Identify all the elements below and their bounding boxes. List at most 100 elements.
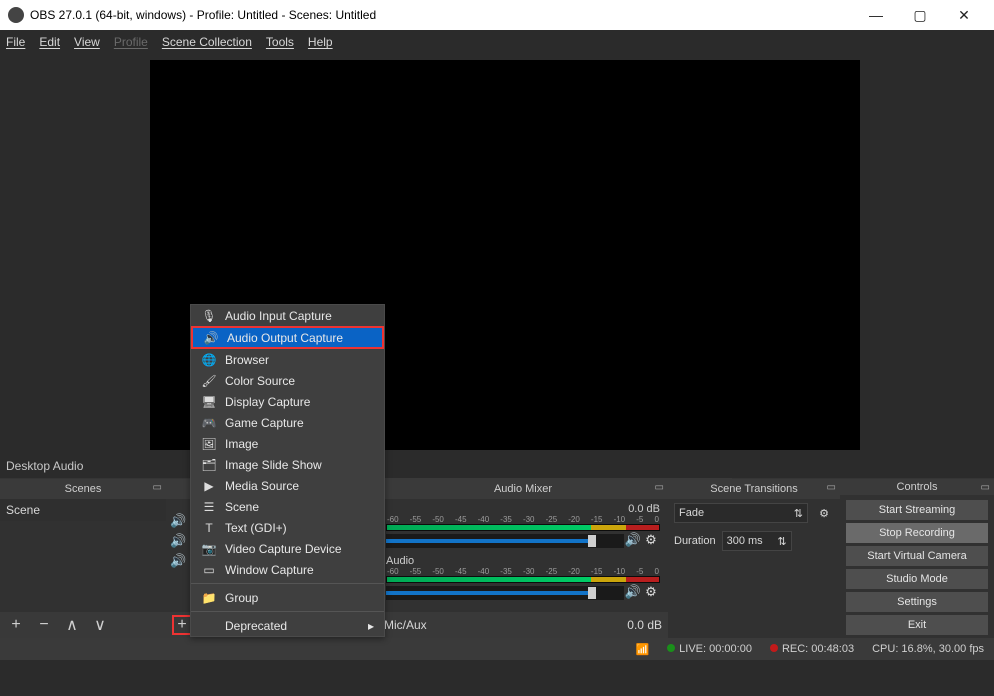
duration-input[interactable]: 300 ms ⇅ [722, 531, 792, 551]
text-icon: T [201, 521, 217, 535]
maximize-button[interactable]: ▢ [898, 0, 942, 30]
ctx-media-source[interactable]: ▶Media Source [191, 475, 384, 496]
separator [191, 583, 384, 584]
ctx-scene[interactable]: ☰Scene [191, 496, 384, 517]
ctx-browser[interactable]: 🌐Browser [191, 349, 384, 370]
scene-item[interactable]: Scene [0, 499, 166, 521]
menu-help[interactable]: Help [308, 35, 333, 49]
stop-recording-button[interactable]: Stop Recording [846, 523, 988, 543]
camera-icon: 📷 [201, 542, 217, 556]
add-source-button[interactable]: + [172, 615, 192, 635]
ctx-game-capture[interactable]: 🎮Game Capture [191, 412, 384, 433]
audio-mixer-panel: Audio Mixer ▭ 0.0 dB -60-55-50-45-40-35-… [378, 478, 668, 638]
monitor-icon: 🖥 [201, 395, 217, 409]
menu-file[interactable]: File [6, 35, 25, 49]
mixer-track: 0.0 dB -60-55-50-45-40-35-30-25-20-15-10… [386, 503, 660, 549]
globe-icon: 🌐 [201, 353, 217, 367]
micaux-label: Mic/Aux [384, 618, 427, 632]
mixer-track: Audio -60-55-50-45-40-35-30-25-20-15-10-… [386, 555, 660, 601]
ctx-text-gdi[interactable]: TText (GDI+) [191, 517, 384, 538]
minimize-button[interactable]: — [854, 0, 898, 30]
cpu-status: CPU: 16.8%, 30.00 fps [872, 643, 984, 655]
add-source-context-menu: 🎙Audio Input Capture 🔊Audio Output Captu… [190, 304, 385, 637]
window-icon: ▭ [201, 563, 217, 577]
meter-bar [386, 524, 660, 531]
db-value: 0.0 dB [628, 503, 660, 515]
ctx-video-capture-device[interactable]: 📷Video Capture Device [191, 538, 384, 559]
scene-down-button[interactable]: ∨ [90, 615, 110, 635]
speaker-icon[interactable]: 🔊 [170, 513, 186, 529]
slideshow-icon: 🗂 [201, 458, 217, 472]
ctx-deprecated[interactable]: Deprecated▸ [191, 615, 384, 636]
exit-button[interactable]: Exit [846, 615, 988, 635]
dock-icon[interactable]: ▭ [655, 482, 664, 493]
scene-up-button[interactable]: ∧ [62, 615, 82, 635]
ctx-audio-output-capture[interactable]: 🔊Audio Output Capture [191, 326, 384, 349]
desktop-audio-label: Desktop Audio [0, 454, 994, 478]
brush-icon: 🖌 [201, 374, 217, 388]
chevron-updown-icon: ⇅ [777, 535, 786, 548]
gear-icon[interactable]: ⚙ [642, 583, 660, 601]
live-dot-icon [667, 644, 675, 652]
scene-transitions-panel: Scene Transitions ▭ Fade ⇅ ⚙ Duration 30… [668, 478, 840, 638]
rec-time: REC: 00:48:03 [782, 643, 854, 655]
ctx-color-source[interactable]: 🖌Color Source [191, 370, 384, 391]
speaker-icon[interactable]: 🔊 [624, 531, 642, 549]
transitions-header[interactable]: Scene Transitions ▭ [668, 479, 840, 499]
gear-icon[interactable]: ⚙ [814, 503, 834, 523]
dock-icon[interactable]: ▭ [827, 482, 836, 493]
speaker-icon[interactable]: 🔊 [624, 583, 642, 601]
chevron-updown-icon: ⇅ [794, 507, 803, 520]
controls-header[interactable]: Controls ▭ [840, 479, 994, 495]
remove-scene-button[interactable]: − [34, 615, 54, 635]
ctx-image-slide-show[interactable]: 🗂Image Slide Show [191, 454, 384, 475]
start-virtual-camera-button[interactable]: Start Virtual Camera [846, 546, 988, 566]
speaker-icon[interactable]: 🔊 [170, 553, 186, 569]
studio-mode-button[interactable]: Studio Mode [846, 569, 988, 589]
dock-icon[interactable]: ▭ [153, 482, 162, 493]
live-time: LIVE: 00:00:00 [679, 643, 752, 655]
start-streaming-button[interactable]: Start Streaming [846, 500, 988, 520]
bottom-panels: Scenes ▭ Scene + − ∧ ∨ Sources ▭ 🔊 🔊 🔊 + [0, 478, 994, 638]
folder-icon: 📁 [201, 591, 217, 605]
preview-area [0, 54, 994, 454]
transition-select[interactable]: Fade ⇅ [674, 503, 808, 523]
dock-icon[interactable]: ▭ [981, 482, 990, 493]
gear-icon[interactable]: ⚙ [642, 531, 660, 549]
speaker-icon: 🔊 [203, 331, 219, 345]
ctx-image[interactable]: 🖼Image [191, 433, 384, 454]
db-value: 0.0 dB [627, 618, 662, 632]
play-icon: ▶ [201, 479, 217, 493]
window-titlebar: OBS 27.0.1 (64-bit, windows) - Profile: … [0, 0, 994, 30]
separator [191, 611, 384, 612]
volume-slider[interactable] [386, 534, 624, 548]
ctx-group[interactable]: 📁Group [191, 587, 384, 608]
ctx-audio-input-capture[interactable]: 🎙Audio Input Capture [191, 305, 384, 326]
volume-slider[interactable] [386, 586, 624, 600]
controls-panel: Controls ▭ Start Streaming Stop Recordin… [840, 478, 994, 638]
settings-button[interactable]: Settings [846, 592, 988, 612]
rec-dot-icon [770, 644, 778, 652]
menu-tools[interactable]: Tools [266, 35, 294, 49]
speaker-icon[interactable]: 🔊 [170, 533, 186, 549]
meter-bar [386, 576, 660, 583]
add-scene-button[interactable]: + [6, 615, 26, 635]
ctx-window-capture[interactable]: ▭Window Capture [191, 559, 384, 580]
menu-view[interactable]: View [74, 35, 100, 49]
menubar: File Edit View Profile Scene Collection … [0, 30, 994, 54]
menu-profile[interactable]: Profile [114, 35, 148, 49]
mixer-header[interactable]: Audio Mixer ▭ [378, 479, 668, 499]
menu-edit[interactable]: Edit [39, 35, 60, 49]
app-icon [8, 7, 24, 23]
signal-icon: 📶 [635, 643, 649, 656]
menu-scene-collection[interactable]: Scene Collection [162, 35, 252, 49]
statusbar: 📶 LIVE: 00:00:00 REC: 00:48:03 CPU: 16.8… [0, 638, 994, 660]
close-button[interactable]: ✕ [942, 0, 986, 30]
chevron-right-icon: ▸ [368, 619, 374, 633]
duration-label: Duration [674, 535, 716, 547]
scenes-header[interactable]: Scenes ▭ [0, 479, 166, 499]
meter-scale: -60-55-50-45-40-35-30-25-20-15-10-50 [386, 567, 660, 576]
ctx-display-capture[interactable]: 🖥Display Capture [191, 391, 384, 412]
scenes-panel: Scenes ▭ Scene + − ∧ ∨ [0, 478, 166, 638]
microphone-icon: 🎙 [201, 309, 217, 323]
